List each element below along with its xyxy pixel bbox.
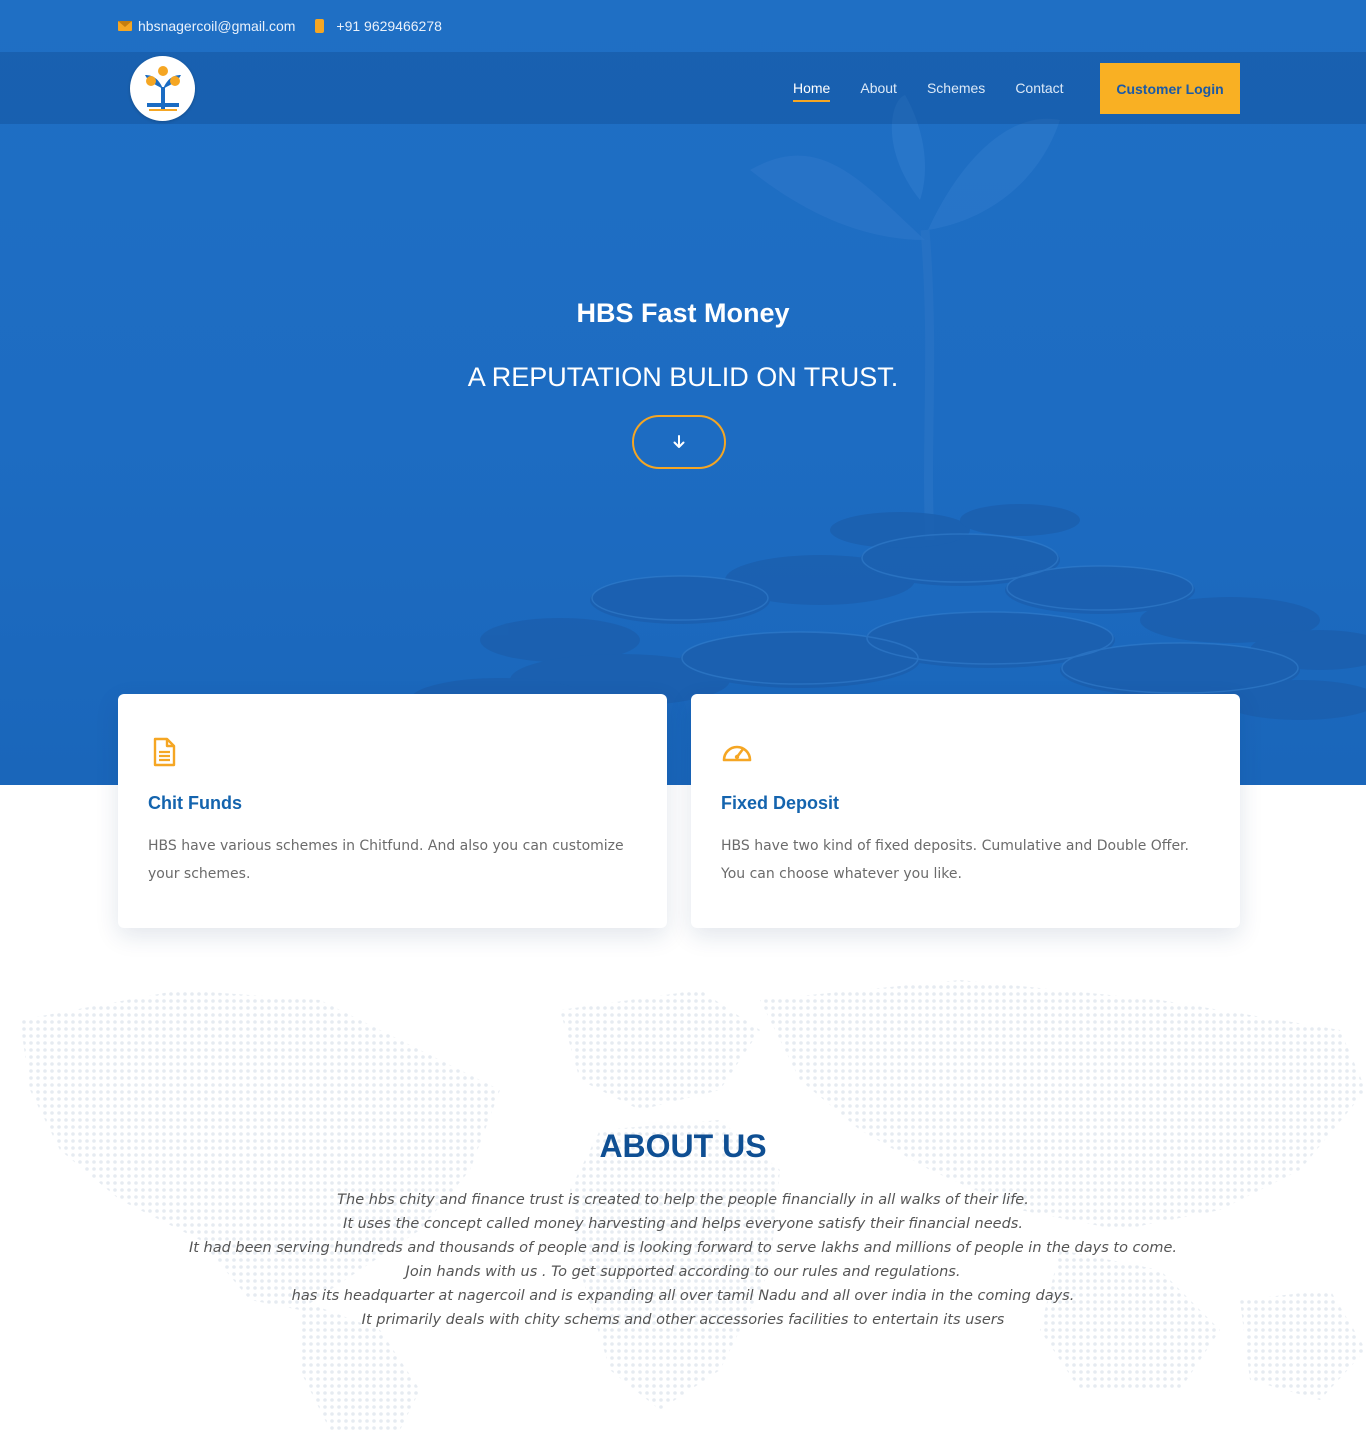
hbs-logo-icon	[144, 65, 181, 111]
card-description: HBS have two kind of fixed deposits. Cum…	[721, 838, 1189, 882]
about-us-text: The hbs chity and finance trust is creat…	[0, 1188, 1366, 1332]
nav-home[interactable]: Home	[793, 74, 831, 102]
nav-about[interactable]: About	[860, 74, 897, 102]
nav-schemes[interactable]: Schemes	[927, 74, 985, 102]
about-line: Join hands with us . To get supported ac…	[405, 1264, 961, 1280]
hero-section: hbsnagercoil@gmail.com +91 9629466278 Ho…	[0, 0, 1366, 785]
card-description: HBS have various schemes in Chitfund. An…	[148, 838, 624, 882]
phone-text[interactable]: +91 9629466278	[336, 18, 442, 34]
card-title: Fixed Deposit	[721, 793, 840, 813]
about-line: It uses the concept called money harvest…	[343, 1216, 1023, 1232]
speedometer-icon	[722, 745, 752, 762]
site-logo[interactable]	[130, 56, 195, 121]
envelope-icon	[118, 21, 132, 31]
mobile-phone-icon	[315, 19, 325, 33]
nav-links: Home About Schemes Contact	[793, 52, 1094, 124]
about-line: has its headquarter at nagercoil and is …	[291, 1288, 1075, 1304]
customer-login-button[interactable]: Customer Login	[1100, 63, 1240, 114]
about-line: The hbs chity and finance trust is creat…	[337, 1192, 1029, 1208]
email-contact[interactable]: hbsnagercoil@gmail.com	[118, 18, 295, 34]
about-us-heading: ABOUT US	[599, 1128, 767, 1164]
fixed-deposit-card[interactable]: Fixed Deposit HBS have two kind of fixed…	[691, 694, 1240, 928]
scroll-down-button[interactable]	[632, 415, 726, 469]
top-contact-bar: hbsnagercoil@gmail.com +91 9629466278	[0, 0, 1366, 52]
phone-contact[interactable]: +91 9629466278	[313, 18, 442, 34]
about-line: It primarily deals with chity schems and…	[361, 1312, 1005, 1328]
main-navbar: Home About Schemes Contact Customer Logi…	[0, 52, 1366, 124]
chit-funds-card[interactable]: Chit Funds HBS have various schemes in C…	[118, 694, 667, 928]
hero-tagline: A REPUTATION BULID ON TRUST.	[467, 362, 899, 392]
email-text[interactable]: hbsnagercoil@gmail.com	[138, 18, 295, 34]
arrow-down-icon	[673, 435, 685, 448]
document-icon	[153, 737, 176, 767]
about-line: It had been serving hundreds and thousan…	[188, 1240, 1178, 1256]
hero-title: HBS Fast Money	[576, 298, 790, 328]
nav-contact[interactable]: Contact	[1015, 74, 1063, 102]
card-title: Chit Funds	[148, 793, 242, 813]
